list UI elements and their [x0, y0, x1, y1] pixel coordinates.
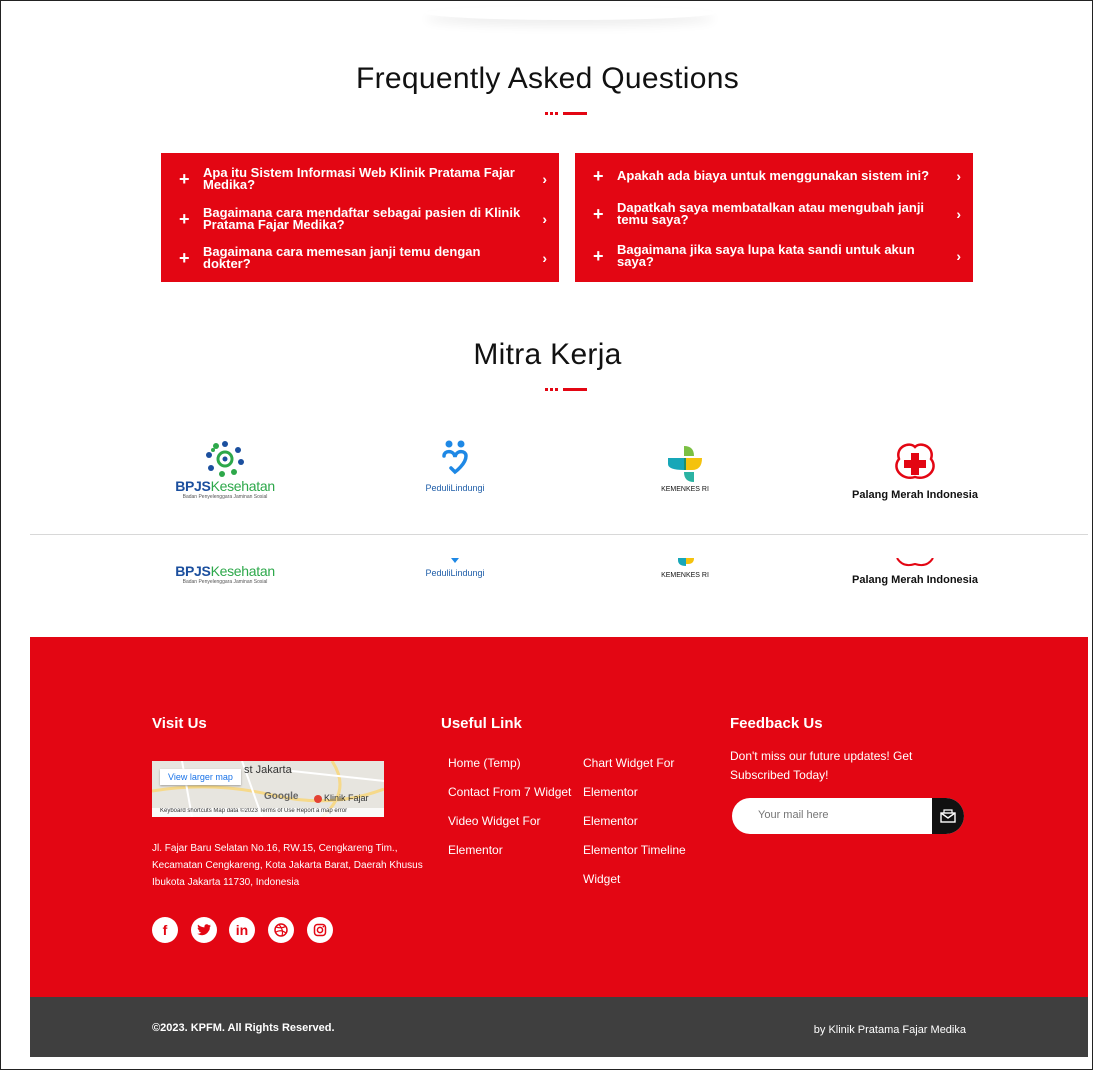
feedback-text: Don't miss our future updates! Get Subsc…	[730, 749, 913, 782]
instagram-icon[interactable]	[307, 917, 333, 943]
kemenkes-logo[interactable]: KEMENKES RI	[640, 558, 730, 579]
faq-item[interactable]: + Bagaimana cara memesan janji temu deng…	[161, 239, 559, 276]
clinic-address: Jl. Fajar Baru Selatan No.16, RW.15, Cen…	[152, 843, 423, 888]
faq-item[interactable]: + Apa itu Sistem Informasi Web Klinik Pr…	[161, 159, 559, 199]
useful-link-heading: Useful Link	[441, 715, 522, 732]
bpjs-logo[interactable]: BPJSKesehatan Badan Penyelenggara Jamina…	[170, 440, 280, 500]
bottom-bar: ©2023. KPFM. All Rights Reserved. by Kli…	[30, 997, 1088, 1057]
pmi-cross-icon	[895, 443, 935, 480]
pedulilindungi-logo[interactable]: PeduliLindungi	[410, 558, 500, 578]
faq-question: Apakah ada biaya untuk menggunakan siste…	[617, 168, 930, 183]
facebook-icon[interactable]: f	[152, 917, 178, 943]
map-marker-label: Klinik Fajar	[324, 793, 369, 803]
mitra-divider	[545, 388, 589, 391]
faq-item[interactable]: + Bagaimana cara mendaftar sebagai pasie…	[161, 199, 559, 239]
plus-icon: +	[179, 247, 190, 268]
bpjs-emblem-icon	[206, 441, 244, 477]
footer-link[interactable]: Elementor	[448, 843, 503, 857]
pmi-text: Palang Merah Indonesia	[852, 574, 978, 586]
chevron-right-icon: ›	[542, 211, 547, 227]
chevron-right-icon: ›	[542, 171, 547, 187]
pedulilindungi-icon	[442, 440, 468, 475]
pmi-cross-icon	[896, 558, 934, 567]
faq-item[interactable]: + Apakah ada biaya untuk menggunakan sis…	[575, 159, 973, 193]
kemenkes-text: KEMENKES RI	[661, 572, 709, 579]
pmi-logo[interactable]: Palang Merah Indonesia	[850, 443, 980, 501]
pmi-logo[interactable]: Palang Merah Indonesia	[850, 558, 980, 586]
faq-title: Frequently Asked Questions	[355, 62, 739, 95]
credit-text: by Klinik Pratama Fajar Medika	[813, 1024, 966, 1036]
subscribe-form	[732, 798, 964, 834]
dribbble-icon[interactable]	[268, 917, 294, 943]
kemenkes-text: KEMENKES RI	[661, 486, 709, 493]
map-attribution: Keyboard shortcuts Map data ©2023 Terms …	[152, 808, 384, 817]
faq-divider	[545, 112, 589, 115]
chevron-right-icon: ›	[956, 168, 961, 184]
view-larger-map-link[interactable]: View larger map	[160, 769, 241, 785]
plus-icon: +	[593, 245, 604, 266]
feedback-us-heading: Feedback Us	[730, 715, 823, 732]
pedulilindungi-text: PeduliLindungi	[425, 568, 485, 578]
pedulilindungi-icon	[451, 558, 459, 563]
faq-question: Dapatkah saya membatalkan atau mengubah …	[617, 200, 925, 227]
copyright-text: ©2023. KPFM. All Rights Reserved.	[152, 1022, 335, 1034]
linkedin-icon[interactable]: in	[229, 917, 255, 943]
map-place-label: st Jakarta	[244, 764, 292, 776]
bpjs-subtitle: Badan Penyelenggara Jaminan Sosial	[182, 579, 268, 585]
faq-question: Bagaimana cara mendaftar sebagai pasien …	[203, 205, 521, 232]
bpjs-wordmark: BPJSKesehatan	[175, 478, 275, 494]
footer: Visit Us View larger map st Jakarta Goog…	[30, 637, 1088, 997]
visit-us-heading: Visit Us	[152, 715, 207, 732]
bpjs-logo[interactable]: BPJSKesehatan Badan Penyelenggara Jamina…	[170, 563, 280, 585]
footer-link[interactable]: Home (Temp)	[448, 756, 521, 770]
footer-link[interactable]: Video Widget For	[448, 814, 541, 828]
footer-link[interactable]: Elementor	[583, 785, 638, 799]
faq-item[interactable]: + Dapatkah saya membatalkan atau menguba…	[575, 193, 973, 235]
mitra-title: Mitra Kerja	[473, 338, 622, 371]
twitter-icon[interactable]	[191, 917, 217, 943]
kemenkes-leaf-icon	[678, 558, 694, 566]
footer-link[interactable]: Contact From 7 Widget	[448, 785, 571, 799]
kemenkes-logo[interactable]: KEMENKES RI	[640, 442, 730, 493]
kemenkes-leaf-icon	[668, 446, 702, 482]
footer-link[interactable]: Widget	[583, 872, 620, 886]
faq-question: Bagaimana cara memesan janji temu dengan…	[203, 243, 481, 271]
bpjs-subtitle: Badan Penyelenggara Jaminan Sosial	[182, 494, 268, 500]
chevron-right-icon: ›	[542, 249, 547, 266]
chevron-right-icon: ›	[956, 206, 961, 222]
pedulilindungi-logo[interactable]: PeduliLindungi	[410, 440, 500, 493]
footer-link[interactable]: Chart Widget For	[583, 756, 674, 770]
mail-send-icon	[940, 809, 956, 823]
faq-question: Bagaimana jika saya lupa kata sandi untu…	[617, 241, 915, 269]
faq-column-right: + Apakah ada biaya untuk menggunakan sis…	[575, 153, 973, 282]
footer-link[interactable]: Elementor Timeline	[583, 843, 686, 857]
map-marker-icon[interactable]	[314, 795, 322, 803]
plus-icon: +	[179, 209, 190, 229]
chevron-right-icon: ›	[956, 247, 961, 264]
faq-question: Apa itu Sistem Informasi Web Klinik Prat…	[203, 165, 515, 192]
google-logo: Google	[264, 791, 299, 802]
embedded-map[interactable]: View larger map st Jakarta Google Klinik…	[152, 761, 384, 817]
pmi-text: Palang Merah Indonesia	[852, 489, 978, 501]
plus-icon: +	[593, 204, 604, 224]
bpjs-wordmark: BPJSKesehatan	[175, 563, 275, 579]
send-mail-button[interactable]	[932, 798, 964, 834]
faq-item[interactable]: + Bagaimana jika saya lupa kata sandi un…	[575, 235, 973, 276]
email-input[interactable]	[756, 808, 930, 822]
plus-icon: +	[179, 169, 190, 189]
top-card-shadow	[425, 6, 715, 20]
plus-icon: +	[593, 166, 604, 186]
pedulilindungi-text: PeduliLindungi	[425, 483, 485, 493]
section-divider-line	[30, 534, 1088, 535]
footer-link[interactable]: Elementor	[583, 814, 638, 828]
faq-column-left: + Apa itu Sistem Informasi Web Klinik Pr…	[161, 153, 559, 282]
